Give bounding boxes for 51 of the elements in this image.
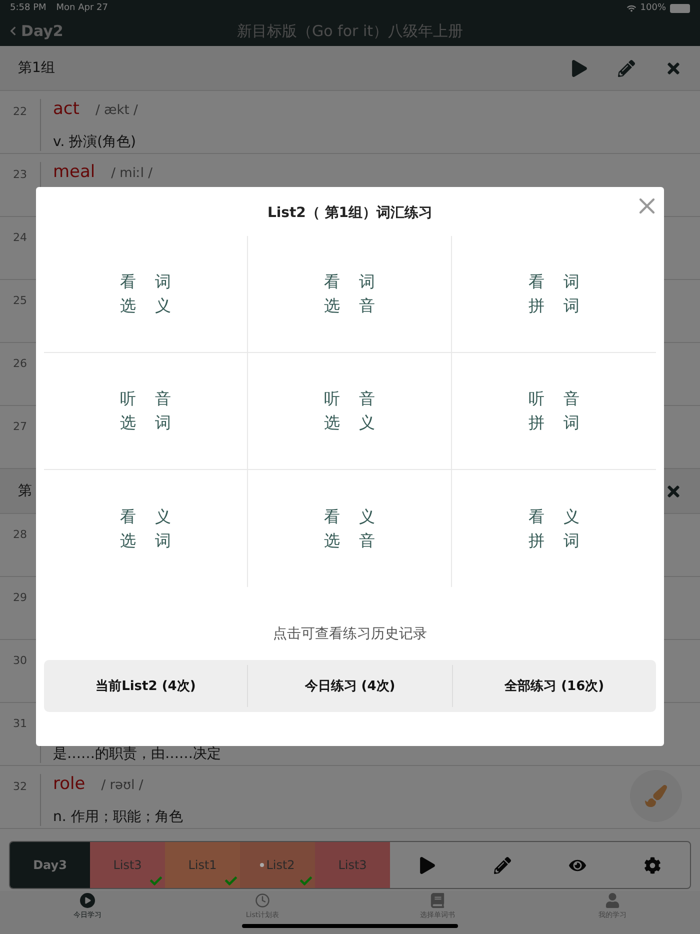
word-number: 30 <box>12 653 28 669</box>
exercise-option[interactable]: 听 音 选 义 <box>248 353 452 470</box>
nav-title: 新目标版（Go for it）八级年上册 <box>236 22 463 40</box>
word-number: 27 <box>12 419 28 435</box>
play-icon <box>419 856 436 874</box>
word-number: 28 <box>12 527 28 543</box>
wifi-icon <box>627 4 636 12</box>
clock-icon <box>255 893 270 908</box>
history-button[interactable]: 全部练习 (16次) <box>452 665 656 707</box>
word-meaning: 是……的职责，由……决定 <box>53 745 221 763</box>
word-number: 23 <box>12 167 28 183</box>
close-icon[interactable] <box>665 482 682 500</box>
word-number: 26 <box>12 356 28 372</box>
pencil-icon <box>494 856 511 874</box>
battery-icon <box>670 4 690 12</box>
pencil-icon[interactable] <box>618 60 635 76</box>
word-number: 24 <box>12 230 28 246</box>
word-text: act <box>53 99 80 119</box>
word-meaning: v. 扮演(角色) <box>53 133 138 151</box>
phonetic-text: / rəʊl / <box>101 778 144 793</box>
history-button[interactable]: 当前List2 (4次) <box>44 665 248 707</box>
word-number: 25 <box>12 293 28 309</box>
exercise-option[interactable]: 看 词 选 音 <box>248 236 452 353</box>
current-dot <box>260 863 264 867</box>
word-number: 31 <box>12 716 28 732</box>
battery-percent: 100% <box>640 3 666 13</box>
settings-icon <box>644 856 661 874</box>
brush-icon <box>645 785 667 807</box>
history-button[interactable]: 今日练习 (4次) <box>247 665 452 707</box>
day-button[interactable]: Day3 <box>10 842 90 888</box>
chevron-left-icon <box>8 26 18 36</box>
group-title: 第 <box>18 482 33 500</box>
word-number: 29 <box>12 590 28 606</box>
history-hint: 点击可查看练习历史记录 <box>273 625 427 643</box>
phonetic-text: / ækt / <box>95 103 138 118</box>
word-number: 32 <box>12 779 28 795</box>
word-text: role <box>53 774 86 794</box>
word-meaning: n. 作用；职能；角色 <box>53 808 183 826</box>
word-text: meal <box>53 162 96 182</box>
status-time: 5:58 PM <box>10 3 46 13</box>
close-icon[interactable] <box>665 60 682 76</box>
word-number: 22 <box>12 104 28 120</box>
user-icon <box>605 893 620 908</box>
group-title: 第1组 <box>18 59 56 77</box>
exercise-option[interactable]: 看 词 选 义 <box>44 236 248 353</box>
phonetic-text: / miːl / <box>111 166 152 181</box>
dialog-title: List2（ 第1组）词汇练习 <box>267 204 433 222</box>
book-icon <box>430 893 445 908</box>
play-icon[interactable] <box>571 60 588 76</box>
status-date: Mon Apr 27 <box>56 3 108 13</box>
exercise-option[interactable]: 听 音 选 词 <box>44 353 248 470</box>
